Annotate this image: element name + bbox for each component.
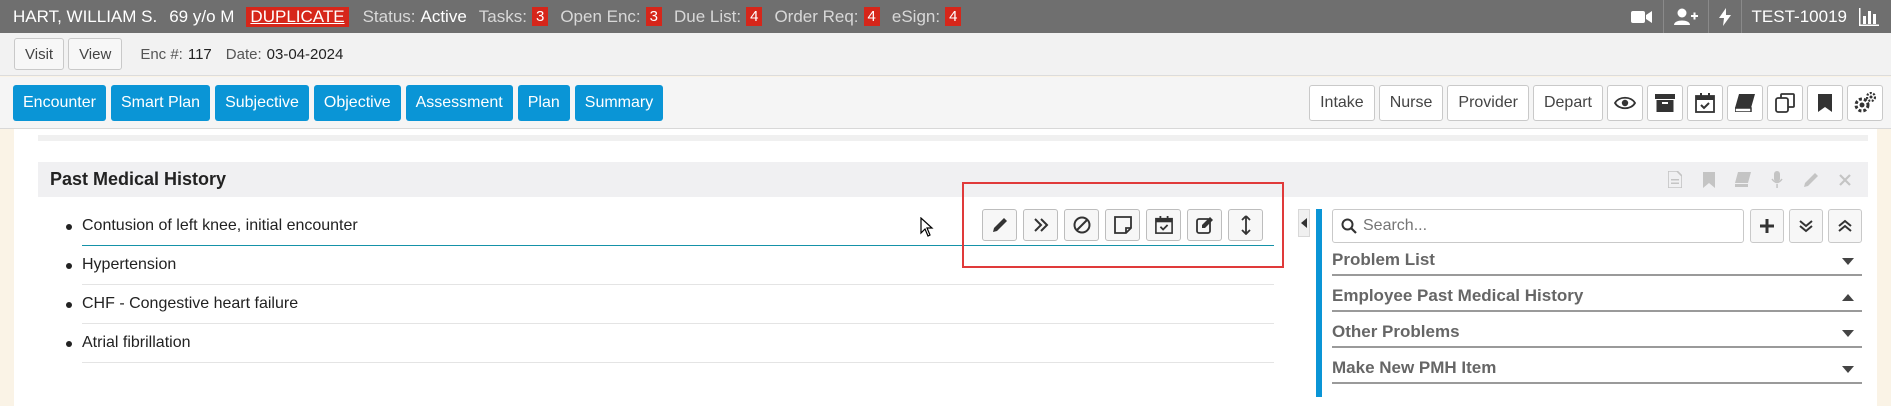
microphone-icon[interactable] [1760,171,1794,188]
calendar-check-icon[interactable] [1146,209,1181,241]
employee-pmh-accordion[interactable]: Employee Past Medical History [1332,282,1862,312]
date-label: Date: [225,45,262,63]
add-user-icon[interactable] [1664,0,1708,33]
depart-button[interactable]: Depart [1532,85,1603,121]
visit-button[interactable]: Visit [14,38,65,70]
section-header-tools [1658,162,1862,197]
add-item-button[interactable] [1750,209,1784,243]
esign-label: eSign: [891,6,941,26]
accordion-label: Problem List [1332,250,1435,269]
main-content: Past Medical History Contusion of left k… [14,129,1877,406]
nurse-button[interactable]: Nurse [1378,85,1444,121]
other-problems-accordion[interactable]: Other Problems [1332,318,1862,348]
date-value: 03-04-2024 [266,45,344,63]
duplicate-badge[interactable]: DUPLICATE [246,6,349,27]
section-title: Past Medical History [50,169,227,189]
enc-number-value: 117 [187,45,212,63]
nav-right-tools: Intake Nurse Provider Depart [1305,85,1883,121]
video-icon[interactable] [1621,0,1663,33]
tab-subjective[interactable]: Subjective [215,84,309,121]
pmh-side-panel: Problem List Employee Past Medical Histo… [1316,209,1874,397]
book-icon[interactable] [1726,172,1760,187]
row-action-toolbar [982,209,1269,241]
open-enc-label: Open Enc: [560,6,641,26]
search-box [1332,209,1744,243]
list-item[interactable]: Atrial fibrillation [66,324,1274,363]
eye-icon[interactable] [1607,85,1643,121]
due-list-label: Due List: [674,6,742,26]
collapse-all-button[interactable] [1828,209,1862,243]
view-button[interactable]: View [68,38,123,70]
open-enc-count-badge[interactable]: 3 [645,7,662,26]
order-req-count-badge[interactable]: 4 [863,7,880,26]
environment-label: TEST-10019 [1751,6,1847,26]
archive-icon[interactable] [1647,85,1683,121]
accordion-label: Make New PMH Item [1332,358,1497,377]
expand-all-button[interactable] [1789,209,1823,243]
tab-summary[interactable]: Summary [574,84,664,121]
patient-banner: HART, WILLIAM S. 69 y/o M DUPLICATE Stat… [0,0,1891,33]
encounter-bar: Visit View Enc #: 117 Date: 03-04-2024 [0,33,1891,76]
provider-button[interactable]: Provider [1447,85,1529,121]
caret-down-icon [1842,358,1854,378]
list-item[interactable]: CHF - Congestive heart failure [66,285,1274,324]
intake-button[interactable]: Intake [1309,85,1375,121]
section-header: Past Medical History [38,162,1868,197]
caret-down-icon [1842,250,1854,270]
bookmark-icon[interactable] [1692,171,1726,188]
block-icon[interactable] [1064,209,1099,241]
edit-note-icon[interactable] [1187,209,1222,241]
list-item[interactable]: Hypertension [66,246,1274,285]
enc-number-label: Enc #: [140,45,183,63]
document-icon[interactable] [1658,171,1692,188]
calendar-check-icon[interactable] [1687,85,1723,121]
due-list-count-badge[interactable]: 4 [746,7,763,26]
search-input[interactable] [1363,211,1733,241]
bar-chart-icon[interactable] [1857,0,1891,33]
close-icon[interactable] [1828,173,1862,186]
patient-name[interactable]: HART, WILLIAM S. [13,7,157,27]
collapse-panel-toggle[interactable] [1298,209,1310,237]
caret-up-icon [1842,286,1854,306]
order-req-label: Order Req: [774,6,859,26]
tasks-label: Tasks: [478,6,527,26]
bookmark-icon[interactable] [1807,85,1843,121]
bolt-icon[interactable] [1709,0,1741,33]
tab-plan[interactable]: Plan [517,84,570,121]
encounter-nav: Encounter Smart Plan Subjective Objectiv… [0,77,1891,129]
tab-assessment[interactable]: Assessment [405,84,513,121]
sticky-note-icon[interactable] [1105,209,1140,241]
problem-list-accordion[interactable]: Problem List [1332,246,1862,276]
status-value: Active [420,6,467,26]
tab-objective[interactable]: Objective [313,84,401,121]
forward-icon[interactable] [1023,209,1058,241]
patient-age-sex: 69 y/o M [169,6,235,26]
status-label: Status: [362,6,416,26]
book-icon[interactable] [1727,85,1763,121]
previous-section-footer [38,135,1868,141]
esign-count-badge[interactable]: 4 [945,7,962,26]
pencil-icon[interactable] [1794,172,1828,188]
search-icon [1341,218,1357,234]
accordion-label: Employee Past Medical History [1332,286,1584,305]
copy-icon[interactable] [1767,85,1803,121]
resize-vertical-icon[interactable] [1228,209,1263,241]
edit-icon[interactable] [982,209,1017,241]
tab-smart-plan[interactable]: Smart Plan [110,84,211,121]
accordion-label: Other Problems [1332,322,1460,341]
tasks-count-badge[interactable]: 3 [531,7,549,26]
tab-encounter[interactable]: Encounter [13,84,106,121]
settings-icon[interactable] [1847,85,1883,121]
mouse-cursor-icon [920,216,934,242]
make-new-pmh-accordion[interactable]: Make New PMH Item [1332,354,1862,384]
caret-down-icon [1842,322,1854,342]
